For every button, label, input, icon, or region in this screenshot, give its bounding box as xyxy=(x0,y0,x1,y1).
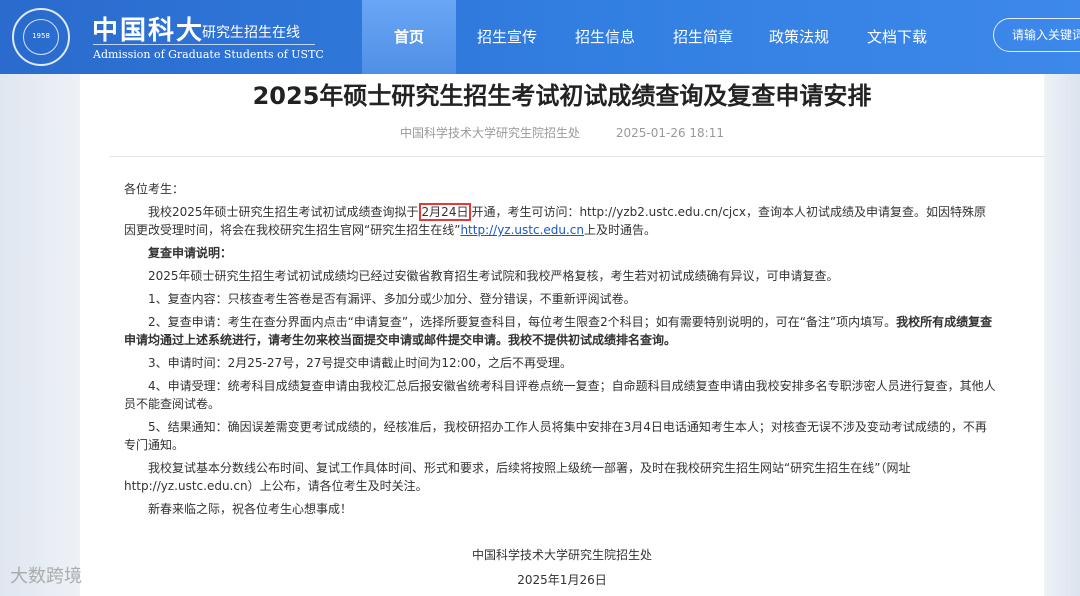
nav-home[interactable]: 首页 xyxy=(362,0,456,74)
brand-divider xyxy=(93,44,315,45)
intro-text-a: 我校2025年硕士研究生招生考试初试成绩查询拟于 xyxy=(148,205,419,219)
nav-admission-info[interactable]: 招生信息 xyxy=(558,0,652,74)
article-source: 中国科学技术大学研究生院招生处 xyxy=(400,126,581,140)
watermark-text: 大数跨境 xyxy=(10,566,82,587)
paragraph-review-note: 2025年硕士研究生招生考试初试成绩均已经过安徽省教育招生考试院和我校严格复核，… xyxy=(148,269,839,283)
highlighted-date: 2月24日 xyxy=(418,203,472,221)
item-2-text: 2、复查申请：考生在查分界面内点击“申请复查”，选择所要复查科目，每位考生限查2… xyxy=(148,315,897,329)
paragraph-item-1: 1、复查内容：只核查考生答卷是否有漏评、多加分或少加分、登分错误，不重新评阅试卷… xyxy=(148,292,636,306)
paragraph-item-5: 5、结果通知：确因误差需变更考试成绩的，经核准后，我校研招办工作人员将集中安排在… xyxy=(124,420,987,452)
nav-policy[interactable]: 政策法规 xyxy=(752,0,846,74)
title-divider xyxy=(110,156,1044,157)
greeting: 各位考生： xyxy=(124,182,185,196)
intro-text-c: 上及时通告。 xyxy=(584,223,657,237)
section-heading: 复查申请说明： xyxy=(148,246,233,260)
official-site-link[interactable]: http://yz.ustc.edu.cn xyxy=(460,223,584,237)
seal-year: 1958 xyxy=(32,32,50,40)
background-right xyxy=(1044,74,1080,596)
brand-calligraphy: 中国科大 xyxy=(92,16,205,46)
ustc-seal-logo[interactable]: 1958 xyxy=(12,8,70,66)
article-body: 各位考生： 我校2025年硕士研究生招生考试初试成绩查询拟于 2月24日 开通，考生… xyxy=(124,180,996,523)
paragraph-item-4: 4、申请受理：统考科目成绩复查申请由我校汇总后报安徽省统考科目评卷点统一复查；自… xyxy=(124,379,996,411)
paragraph-retest-info: 我校复试基本分数线公布时间、复试工作具体时间、形式和要求，后续将按照上级统一部署… xyxy=(124,461,911,493)
brand-english: Admission of Graduate Students of USTC xyxy=(93,48,324,61)
nav-brochure[interactable]: 招生简章 xyxy=(656,0,750,74)
paragraph-item-2: 2、复查申请：考生在查分界面内点击“申请复查”，选择所要复查科目，每位考生限查2… xyxy=(124,313,996,349)
article-card: 2025年硕士研究生招生考试初试成绩查询及复查申请安排 中国科学技术大学研究生院… xyxy=(80,74,1044,596)
article-title: 2025年硕士研究生招生考试初试成绩查询及复查申请安排 xyxy=(252,82,872,110)
signature-org: 中国科学技术大学研究生院招生处 xyxy=(471,548,652,562)
nav-promotion[interactable]: 招生宣传 xyxy=(460,0,554,74)
article-datetime: 2025-01-26 18:11 xyxy=(615,126,724,140)
paragraph-intro: 我校2025年硕士研究生招生考试初试成绩查询拟于 2月24日 开通，考生可访问：ht… xyxy=(124,203,996,239)
nav-downloads[interactable]: 文档下载 xyxy=(850,0,944,74)
search-input[interactable]: 请输入关键词 xyxy=(993,18,1080,52)
article-meta: 中国科学技术大学研究生院招生处 2025-01-26 18:11 xyxy=(80,124,1044,141)
background-left xyxy=(0,74,80,596)
paragraph-item-3: 3、申请时间：2月25-27号，27号提交申请截止时间为12:00，之后不再受理… xyxy=(148,356,572,370)
signature-date: 2025年1月26日 xyxy=(517,573,607,587)
paragraph-greeting-end: 新春来临之际，祝各位考生心想事成！ xyxy=(148,502,353,516)
site-header: 1958 中国科大 研究生招生在线 Admission of Graduate … xyxy=(0,0,1080,74)
brand-subtitle: 研究生招生在线 xyxy=(202,25,300,41)
